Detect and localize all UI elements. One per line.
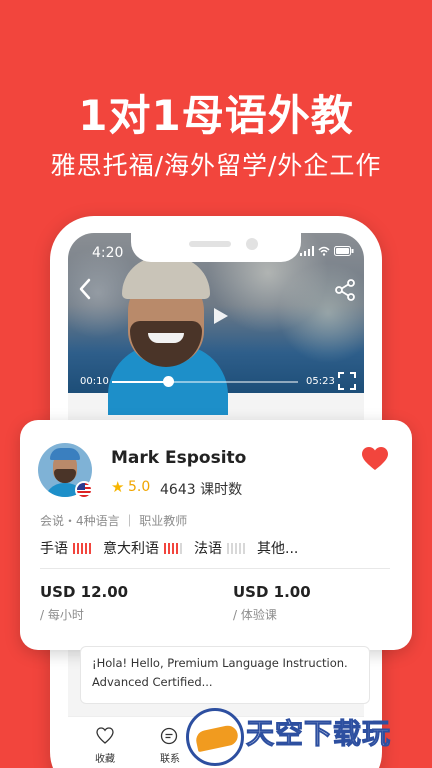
language-level-bar [235,542,237,554]
fullscreen-icon[interactable] [338,372,356,390]
contact-label[interactable]: 联系 [160,750,180,765]
share-icon[interactable] [334,278,356,302]
teacher-lesson-count: 4643 课时数 [160,482,243,498]
language-item: 意大利语 [103,538,182,558]
language-level-bar [77,542,79,554]
teacher-name: Mark Esposito [111,448,247,468]
favorite-label[interactable]: 收藏 [95,750,115,765]
language-level-bar [180,542,182,554]
language-name: 法语 [194,541,222,557]
heart-icon[interactable] [362,447,388,471]
card-divider [40,568,390,569]
language-list: 手语 意大利语 法语 其他... [40,538,310,558]
play-icon[interactable] [212,306,230,326]
teacher-rating: 5.0 [128,479,151,495]
language-more-label: 其他... [257,541,299,557]
status-time: 4:20 [92,245,124,261]
language-level-bar [172,542,174,554]
language-name: 意大利语 [103,541,159,557]
language-level-bar [89,542,91,554]
back-arrow-icon[interactable] [76,276,96,302]
video-progress-fill [112,381,169,383]
trial-price: USD 1.00 [233,583,311,601]
us-flag-icon [75,481,93,499]
speaker-slot [189,241,231,247]
signal-icon [300,246,314,256]
video-current-time: 00:10 [80,376,109,387]
language-level-bar [73,542,75,554]
language-level-bars [164,542,182,554]
battery-icon [334,246,354,256]
language-more: 其他... [257,538,298,558]
star-icon: ★ [111,478,125,496]
language-level-bar [227,542,229,554]
language-level-bar [85,542,87,554]
teacher-meta: 会说・4种语言 ｜ 职业教师 [40,514,188,528]
language-level-bars [73,542,91,554]
watermark-url: SKYXZW.COM [247,747,378,762]
front-camera [246,238,258,250]
status-icons [300,246,354,256]
hourly-price-unit: / 每小时 [40,608,84,622]
teacher-video-smile [148,333,184,343]
video-total-time: 05:23 [306,376,335,387]
language-level-bar [176,542,178,554]
language-level-bar [239,542,241,554]
watermark-title: 天空下载玩 [245,717,392,751]
language-level-bar [231,542,233,554]
phone-notch [131,216,301,262]
intro-text: ¡Hola! Hello, Premium Language Instructi… [92,656,348,689]
language-name: 手语 [40,541,68,557]
language-level-bar [164,542,166,554]
language-item: 手语 [40,538,91,558]
language-level-bar [168,542,170,554]
chat-icon[interactable] [160,727,178,745]
language-item: 法语 [194,538,245,558]
subhead: 雅思托福/海外留学/外企工作 [50,151,382,180]
language-level-bars [227,542,245,554]
hourly-price: USD 12.00 [40,583,129,601]
headline: 1对1母语外教 [78,91,354,140]
trial-price-unit: / 体验课 [233,608,277,622]
wifi-icon [318,246,330,256]
favorite-heart-icon[interactable] [96,727,114,744]
language-level-bar [81,542,83,554]
language-level-bar [243,542,245,554]
